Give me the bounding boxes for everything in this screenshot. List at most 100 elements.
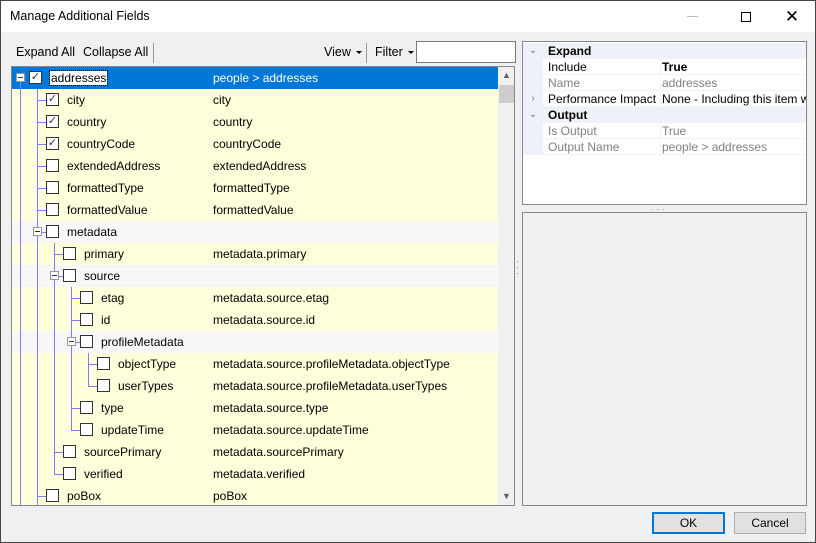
- tree-row[interactable]: ✓ country country: [12, 111, 498, 133]
- property-value[interactable]: True: [660, 124, 686, 138]
- checkbox[interactable]: [63, 269, 76, 282]
- field-name: type: [101, 401, 124, 415]
- tree-row[interactable]: type metadata.source.type: [12, 397, 498, 419]
- minimize-icon: [686, 16, 698, 17]
- field-path: formattedValue: [213, 203, 294, 217]
- field-tree[interactable]: poBox poBox verified metadata.verified sourc…: [11, 66, 515, 506]
- tree-row[interactable]: etag metadata.source.etag: [12, 287, 498, 309]
- gutter: [523, 59, 543, 75]
- tree-row[interactable]: poBox poBox: [12, 485, 498, 505]
- close-button[interactable]: ✕: [769, 1, 815, 32]
- tree-row[interactable]: verified metadata.verified: [12, 463, 498, 485]
- tree-row[interactable]: ✓ city city: [12, 89, 498, 111]
- tree-row[interactable]: extendedAddress extendedAddress: [12, 155, 498, 177]
- maximize-icon: [741, 11, 751, 22]
- tree-row[interactable]: formattedValue formattedValue: [12, 199, 498, 221]
- checkbox[interactable]: ✓: [46, 115, 59, 128]
- chevron-down-icon[interactable]: ⌄: [523, 107, 543, 123]
- property-label: Is Output: [548, 124, 597, 138]
- tree-line: [37, 309, 38, 331]
- property-label: Performance Impact: [548, 92, 657, 106]
- tree-row[interactable]: primary metadata.primary: [12, 243, 498, 265]
- checkbox[interactable]: ✓: [46, 93, 59, 106]
- expand-all-button[interactable]: Expand All: [16, 45, 75, 59]
- filter-input[interactable]: [416, 41, 516, 63]
- tree-line: [20, 133, 21, 155]
- checkbox[interactable]: [46, 159, 59, 172]
- ok-button[interactable]: OK: [652, 512, 725, 534]
- tree-row[interactable]: updateTime metadata.source.updateTime: [12, 419, 498, 441]
- tree-row[interactable]: userTypes metadata.source.profileMetadata…: [12, 375, 498, 397]
- tree-line: [20, 419, 21, 441]
- property-row[interactable]: Is Output True: [523, 123, 806, 139]
- filter-menu-button[interactable]: Filter: [375, 45, 414, 59]
- checkbox[interactable]: [63, 467, 76, 480]
- tree-row[interactable]: id metadata.source.id: [12, 309, 498, 331]
- property-value[interactable]: addresses: [660, 76, 717, 90]
- property-grid[interactable]: ⌄ Expand Include True Name addresses › Performa…: [522, 41, 807, 205]
- tree-line: [37, 441, 38, 463]
- chevron-right-icon[interactable]: ›: [523, 91, 543, 107]
- property-row[interactable]: › Performance Impact None - Including this…: [523, 91, 806, 107]
- collapse-icon[interactable]: [16, 73, 25, 82]
- vertical-splitter[interactable]: · · ·: [516, 258, 519, 278]
- tree-line: [37, 188, 46, 189]
- checkbox[interactable]: [80, 291, 93, 304]
- checkbox[interactable]: [46, 203, 59, 216]
- checkbox[interactable]: ✓: [29, 71, 42, 84]
- field-path: metadata.source.profileMetadata.objectTy…: [213, 357, 450, 371]
- field-name: verified: [84, 467, 123, 481]
- tree-row[interactable]: profileMetadata: [12, 331, 498, 353]
- checkbox[interactable]: [63, 445, 76, 458]
- scroll-down-icon[interactable]: ▼: [498, 488, 514, 505]
- property-value[interactable]: None - Including this item will have: [660, 92, 806, 106]
- property-value[interactable]: True: [660, 60, 687, 74]
- tree-row[interactable]: sourcePrimary metadata.sourcePrimary: [12, 441, 498, 463]
- field-path: city: [213, 93, 231, 107]
- collapse-icon[interactable]: [67, 337, 76, 346]
- checkbox[interactable]: [80, 313, 93, 326]
- tree-line: [71, 320, 80, 321]
- collapse-all-button[interactable]: Collapse All: [83, 45, 148, 59]
- checkbox[interactable]: [97, 357, 110, 370]
- property-category[interactable]: ⌄ Expand: [523, 43, 806, 59]
- checkbox[interactable]: [97, 379, 110, 392]
- checkbox[interactable]: [46, 181, 59, 194]
- maximize-button[interactable]: [723, 1, 769, 32]
- property-value[interactable]: people > addresses: [660, 140, 767, 154]
- checkbox[interactable]: [46, 489, 59, 502]
- check-icon: ✓: [47, 93, 58, 105]
- tree-row[interactable]: ✓ addresses people > addresses: [12, 67, 498, 89]
- tree-line: [71, 375, 72, 397]
- property-label: Expand: [548, 44, 592, 58]
- tree-line: [54, 353, 55, 375]
- scroll-thumb[interactable]: [499, 85, 514, 103]
- checkbox[interactable]: ✓: [46, 137, 59, 150]
- checkbox[interactable]: [80, 401, 93, 414]
- checkbox[interactable]: [80, 335, 93, 348]
- tree-row[interactable]: metadata: [12, 221, 498, 243]
- property-category[interactable]: ⌄ Output: [523, 107, 806, 123]
- tree-line: [20, 463, 21, 485]
- checkbox[interactable]: [63, 247, 76, 260]
- checkbox[interactable]: [80, 423, 93, 436]
- tree-row[interactable]: ✓ countryCode countryCode: [12, 133, 498, 155]
- cancel-button[interactable]: Cancel: [734, 512, 806, 534]
- tree-line: [54, 397, 55, 419]
- collapse-icon[interactable]: [50, 271, 59, 280]
- property-row[interactable]: Include True: [523, 59, 806, 75]
- tree-line: [37, 210, 46, 211]
- scroll-up-icon[interactable]: ▲: [498, 67, 514, 84]
- chevron-down-icon[interactable]: ⌄: [523, 43, 543, 59]
- tree-row[interactable]: source: [12, 265, 498, 287]
- checkbox[interactable]: [46, 225, 59, 238]
- tree-scrollbar[interactable]: ▲ ▼: [498, 67, 514, 505]
- view-menu-button[interactable]: View: [324, 45, 362, 59]
- field-name: metadata: [67, 225, 118, 239]
- property-row[interactable]: Name addresses: [523, 75, 806, 91]
- minimize-button[interactable]: [669, 1, 715, 32]
- tree-row[interactable]: objectType metadata.source.profileMetadat…: [12, 353, 498, 375]
- collapse-icon[interactable]: [33, 227, 42, 236]
- tree-row[interactable]: formattedType formattedType: [12, 177, 498, 199]
- property-row[interactable]: Output Name people > addresses: [523, 139, 806, 155]
